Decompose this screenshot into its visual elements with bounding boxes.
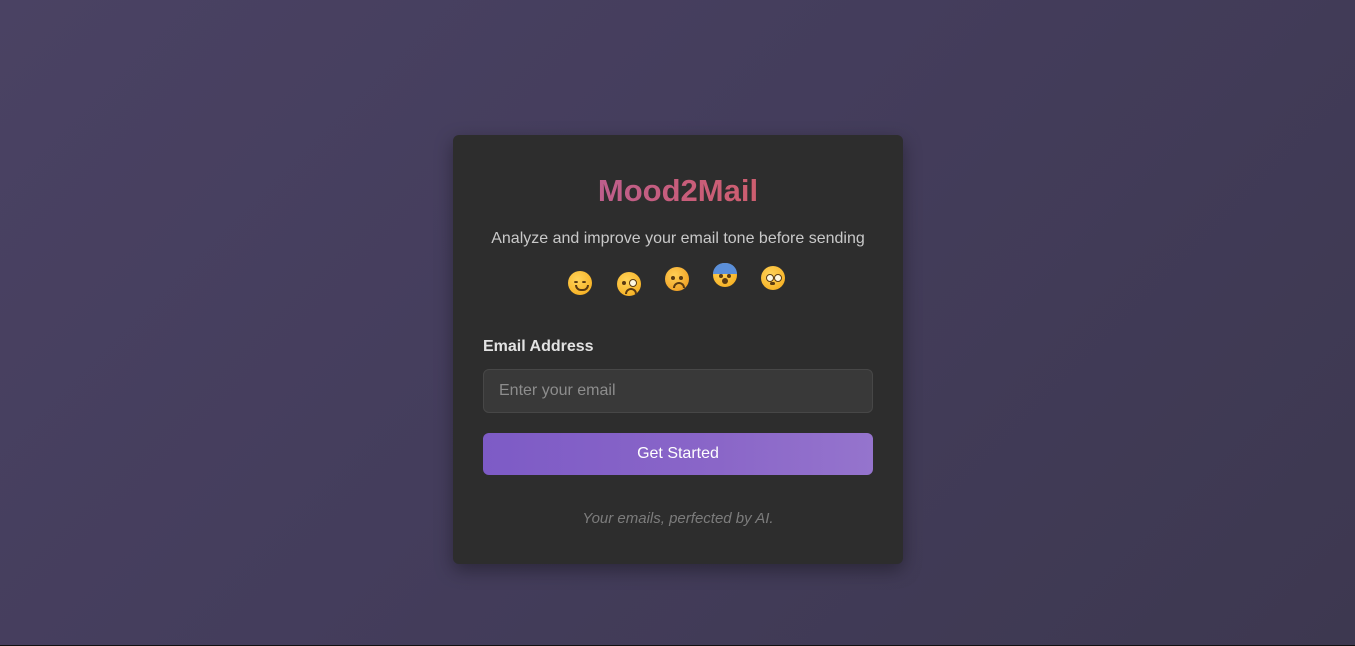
app-subtitle: Analyze and improve your email tone befo… <box>491 230 865 247</box>
signup-card: Mood2Mail Analyze and improve your email… <box>453 135 903 564</box>
page-background: { "app": { "title": "Mood2Mail", "subtit… <box>0 0 1355 646</box>
fearful-face-icon <box>713 263 737 287</box>
footer-tagline: Your emails, perfected by AI. <box>582 510 774 527</box>
email-input[interactable] <box>483 369 873 413</box>
angry-face-icon <box>665 267 689 291</box>
flushed-face-icon <box>761 266 785 290</box>
smiling-face-icon <box>568 271 592 295</box>
app-title: Mood2Mail <box>483 171 873 211</box>
email-label: Email Address <box>483 338 594 355</box>
emoji-row <box>483 263 873 307</box>
face-with-monocle-icon <box>617 272 641 296</box>
get-started-button[interactable]: Get Started <box>483 433 873 475</box>
